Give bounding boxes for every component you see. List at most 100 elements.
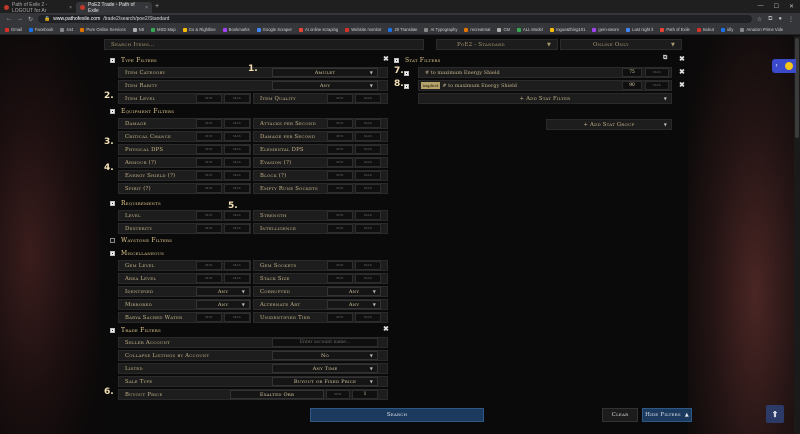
new-tab-icon[interactable]: + [155, 3, 159, 10]
requirement-filter-max[interactable]: max [355, 224, 381, 233]
menu-icon[interactable]: ⋮ [788, 16, 794, 23]
minimize-icon[interactable]: — [758, 3, 764, 10]
equipment-filter-max[interactable]: max [224, 132, 250, 141]
address-bar[interactable]: 🔒 www.pathofexile.com/trade2/search/poe2… [38, 15, 752, 23]
item-quality-max[interactable]: max [355, 94, 381, 103]
unidentified-tier-min[interactable]: min [327, 313, 353, 322]
bookmark-item[interactable]: Google Scraper [256, 27, 292, 32]
equipment-filter-min[interactable]: min [196, 158, 222, 167]
equipment-filter-min[interactable]: min [327, 171, 353, 180]
equipment-filter-max[interactable]: max [355, 158, 381, 167]
bookmark-item[interactable]: ALL Model [516, 27, 543, 32]
back-icon[interactable]: ← [6, 16, 12, 22]
scrollbar-thumb[interactable] [795, 38, 799, 138]
buyout-min[interactable]: min [326, 390, 350, 399]
requirement-filter-max[interactable]: max [355, 211, 381, 220]
item-quality-min[interactable]: min [327, 94, 353, 103]
requirement-filter-min[interactable]: min [327, 211, 353, 220]
remove-stat-icon[interactable]: ✖ [679, 81, 685, 89]
equipment-filter-max[interactable]: max [355, 119, 381, 128]
hide-filters-button[interactable]: Hide Filters ▲ [642, 408, 692, 422]
bookmark-item[interactable]: Last night li [626, 27, 653, 32]
close-tab-icon[interactable]: × [145, 5, 148, 11]
item-category-select[interactable]: Amulet ▼ [272, 68, 378, 77]
forward-icon[interactable]: → [17, 16, 23, 22]
requirements-header[interactable]: Requirements [110, 198, 161, 208]
bookmark-item[interactable]: Path of Exile [660, 27, 690, 32]
equipment-filter-max[interactable]: max [224, 158, 250, 167]
waystone-filters-header[interactable]: Waystone Filters [110, 235, 172, 245]
close-icon[interactable]: ✖ [679, 55, 685, 63]
page-scrollbar[interactable] [794, 36, 800, 434]
trade-filters-header[interactable]: Trade Filters [110, 325, 161, 335]
equipment-filter-max[interactable]: max [224, 119, 250, 128]
bookmark-item[interactable]: AI Typography [424, 27, 457, 32]
equipment-filters-header[interactable]: Equipment Filters [110, 106, 174, 116]
equipment-filter-max[interactable]: max [355, 171, 381, 180]
bookmark-item[interactable]: Amazon Prime Vide [740, 27, 783, 32]
corrupted-select[interactable]: Any ▼ [327, 287, 381, 296]
buyout-currency-select[interactable]: Exalted Orb [230, 390, 324, 399]
stat-1-max[interactable]: max [645, 68, 669, 77]
equipment-filter-min[interactable]: min [196, 171, 222, 180]
equipment-filter-min[interactable]: min [196, 119, 222, 128]
bookmark-item[interactable]: N8 [132, 27, 144, 32]
mirrored-select[interactable]: Any ▼ [196, 300, 250, 309]
close-window-icon[interactable]: ✕ [789, 3, 794, 10]
equipment-filter-min[interactable]: min [196, 145, 222, 154]
item-level-max[interactable]: max [224, 94, 250, 103]
waystone-filters-checkbox[interactable] [110, 237, 115, 243]
gem-level-min[interactable]: min [196, 261, 222, 270]
item-level-min[interactable]: min [196, 94, 222, 103]
alternate-art-select[interactable]: Any ▼ [327, 300, 381, 309]
stat-checkbox[interactable] [404, 83, 409, 89]
bookmark-item[interactable]: Pure Online Services [80, 27, 126, 32]
gem-level-max[interactable]: max [224, 261, 250, 270]
bookmark-item[interactable]: Facebook [28, 27, 53, 32]
star-icon[interactable]: ☆ [757, 16, 762, 23]
bookmark-item[interactable]: AI online scraping [298, 27, 338, 32]
bookmark-item[interactable]: Bookmarks [222, 27, 250, 32]
equipment-filter-max[interactable]: max [355, 132, 381, 141]
stack-size-min[interactable]: min [327, 274, 353, 283]
browser-tab[interactable]: Path of Exile 2 - LOGOUT for Ar × [0, 2, 76, 14]
requirements-checkbox[interactable] [110, 200, 115, 206]
clear-button[interactable]: Clear [602, 408, 638, 422]
requirement-filter-max[interactable]: max [224, 211, 250, 220]
collapse-listings-select[interactable]: No ▼ [272, 351, 378, 360]
seller-account-input[interactable]: Enter account name... [272, 338, 378, 347]
requirement-filter-min[interactable]: min [196, 224, 222, 233]
barya-min[interactable]: min [196, 313, 222, 322]
stat-checkbox[interactable] [404, 70, 409, 76]
stat-2-max[interactable]: max [645, 81, 669, 90]
miscellaneous-checkbox[interactable] [110, 250, 115, 256]
gem-sockets-min[interactable]: min [327, 261, 353, 270]
area-level-max[interactable]: max [224, 274, 250, 283]
requirement-filter-min[interactable]: min [196, 211, 222, 220]
close-icon[interactable]: ✖ [383, 325, 389, 333]
requirement-filter-min[interactable]: min [327, 224, 353, 233]
equipment-filter-min[interactable]: min [327, 184, 353, 193]
equipment-filter-max[interactable]: max [224, 145, 250, 154]
bookmark-item[interactable]: Go & Rightline [182, 27, 216, 32]
close-tab-icon[interactable]: × [69, 5, 72, 11]
equipment-filter-min[interactable]: min [196, 132, 222, 141]
bookmark-item[interactable]: CM [497, 27, 510, 32]
equipment-filter-min[interactable]: min [327, 145, 353, 154]
maximize-icon[interactable]: ☐ [774, 3, 779, 10]
miscellaneous-header[interactable]: Miscellaneous [110, 248, 164, 258]
bookmark-item[interactable]: Gmail [5, 27, 22, 32]
stat-2-min[interactable]: 90 [622, 81, 642, 90]
equipment-filter-max[interactable]: max [355, 184, 381, 193]
stat-1-min[interactable]: 75 [622, 68, 642, 77]
bookmark-item[interactable]: 20 Translate [388, 27, 417, 32]
trade-filters-checkbox[interactable] [110, 327, 115, 333]
area-level-min[interactable]: min [196, 274, 222, 283]
listed-select[interactable]: Any Time ▼ [272, 364, 378, 373]
league-select[interactable]: PoE2 - Standard ▼ [436, 39, 558, 50]
equipment-filter-max[interactable]: max [224, 171, 250, 180]
status-select[interactable]: Online Only ▼ [560, 39, 682, 50]
bookmark-item[interactable]: idly [721, 27, 733, 32]
unidentified-tier-max[interactable]: max [355, 313, 381, 322]
add-stat-group-select[interactable]: + Add Stat Group ▼ [546, 119, 672, 130]
